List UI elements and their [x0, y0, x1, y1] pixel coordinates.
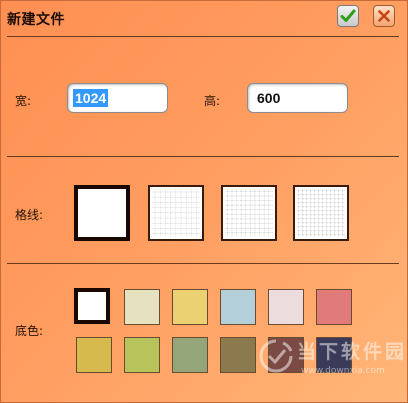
- watermark-text: 当下软件园: [297, 341, 408, 363]
- grid-label: 格线:: [15, 208, 44, 222]
- dense-grid-icon: [297, 189, 345, 237]
- medium-grid-icon: [225, 189, 273, 237]
- swatch-cream[interactable]: [124, 289, 160, 325]
- confirm-button[interactable]: [337, 5, 359, 27]
- size-divider: [7, 156, 399, 157]
- title-divider: [7, 36, 399, 37]
- grid-option-medium[interactable]: [221, 185, 277, 241]
- checkmark-icon: [340, 9, 356, 22]
- dialog-title: 新建文件: [7, 12, 65, 28]
- watermark: 当下软件园 www.downxia.com: [259, 337, 404, 383]
- swatch-olive-green[interactable]: [124, 337, 160, 373]
- new-file-dialog: 新建文件 宽: 1024 高: 600 格线: 底色: 当下软件园 www.do…: [0, 0, 408, 403]
- height-label: 高:: [204, 94, 221, 108]
- fine-grid-icon: [152, 189, 200, 237]
- watermark-url: www.downxia.com: [301, 366, 385, 376]
- grid-option-none[interactable]: [74, 185, 130, 241]
- swatch-yellow[interactable]: [172, 289, 208, 325]
- swatch-white[interactable]: [74, 288, 110, 324]
- swatch-mustard[interactable]: [76, 337, 112, 373]
- width-label: 宽:: [15, 94, 32, 108]
- title-bar: 新建文件: [1, 1, 407, 37]
- width-input[interactable]: 1024: [67, 83, 168, 113]
- swatch-light-blue[interactable]: [220, 289, 256, 325]
- background-label: 底色:: [15, 324, 44, 338]
- grid-option-dense[interactable]: [293, 185, 349, 241]
- height-input[interactable]: 600: [247, 83, 348, 113]
- swatch-light-pink[interactable]: [268, 289, 304, 325]
- swatch-sage[interactable]: [172, 337, 208, 373]
- height-value: 600: [257, 90, 281, 106]
- grid-divider: [7, 263, 399, 264]
- close-button[interactable]: [373, 5, 395, 27]
- watermark-logo-icon: [259, 339, 293, 373]
- swatch-salmon[interactable]: [316, 289, 352, 325]
- close-x-icon: [378, 10, 390, 22]
- grid-option-fine[interactable]: [148, 185, 204, 241]
- width-value: 1024: [73, 89, 109, 107]
- swatch-khaki-brown[interactable]: [220, 337, 256, 373]
